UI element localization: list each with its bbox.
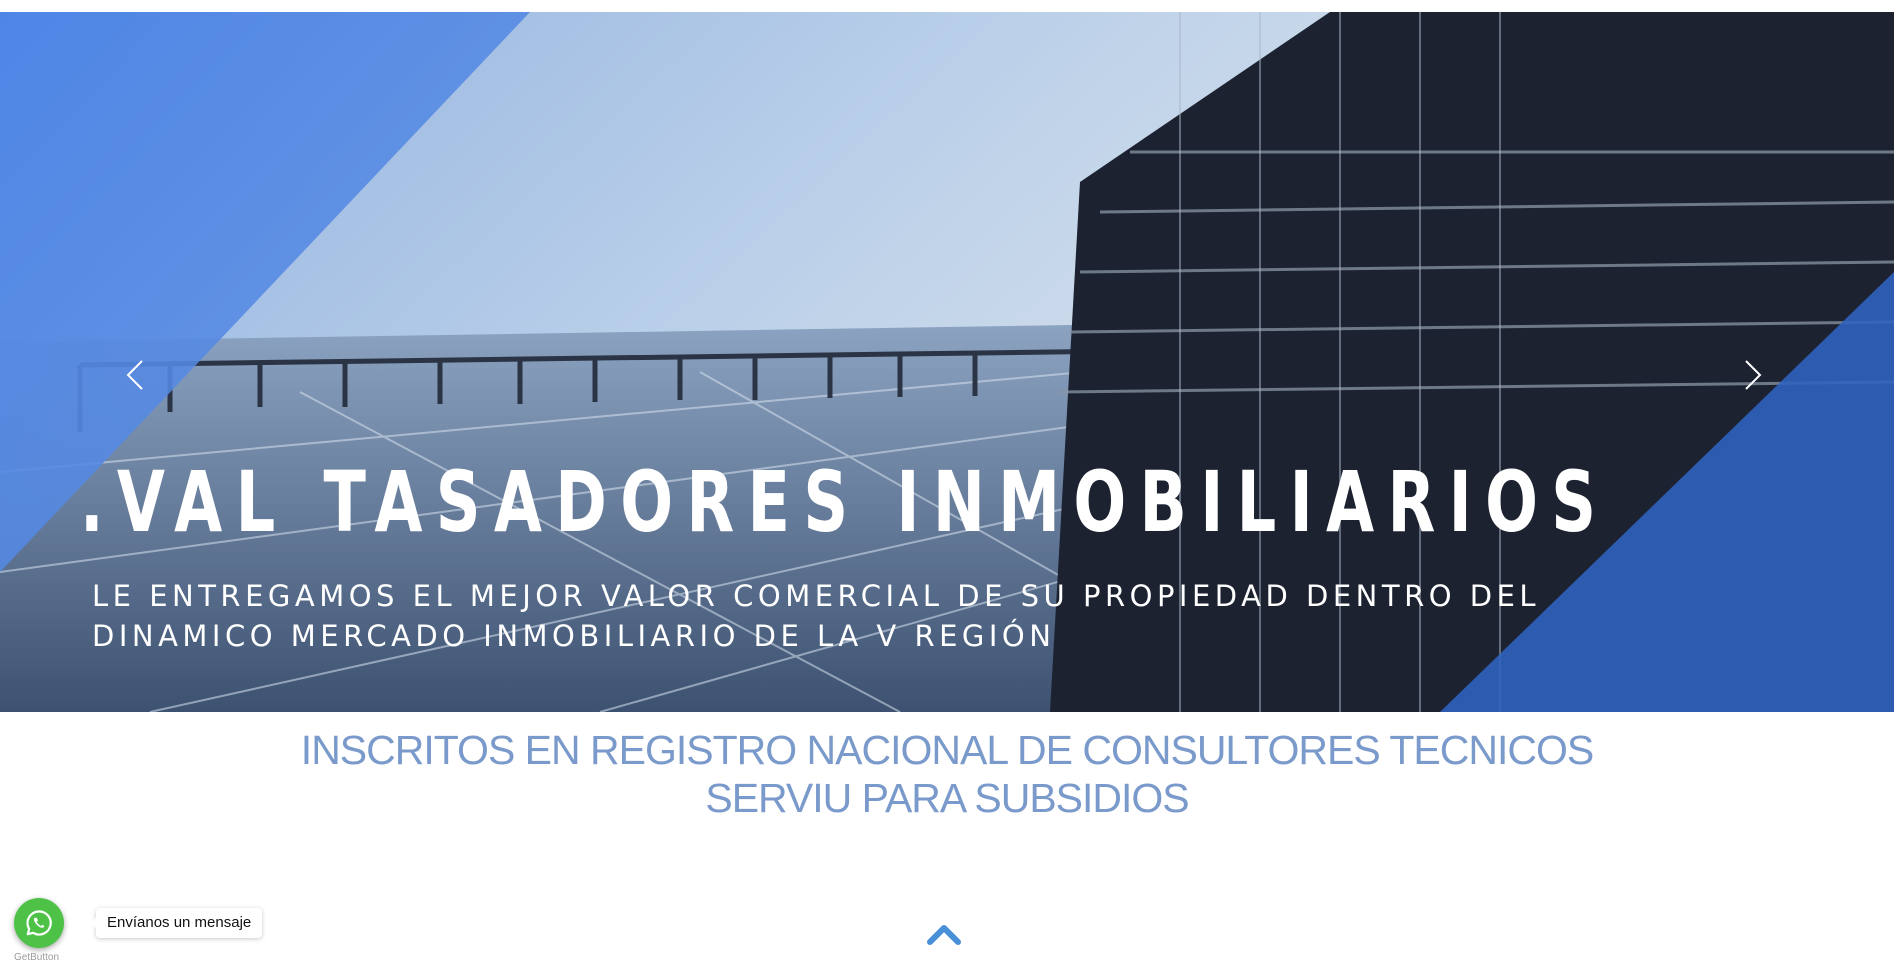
whatsapp-message-label[interactable]: Envíanos un mensaje	[89, 908, 263, 938]
scroll-to-top-button[interactable]	[926, 922, 962, 946]
registro-heading-line2: SERVIU PARA SUBSIDIOS	[705, 775, 1189, 821]
slider-prev-button[interactable]	[120, 355, 150, 395]
page: .VAL TASADORES INMOBILIARIOS LE ENTREGAM…	[0, 0, 1894, 960]
chevron-right-icon	[1745, 360, 1762, 390]
registro-heading-line1: INSCRITOS EN REGISTRO NACIONAL DE CONSUL…	[300, 727, 1594, 773]
whatsapp-button[interactable]	[14, 898, 64, 948]
getbutton-credit[interactable]: GetButton	[14, 952, 59, 960]
whatsapp-icon	[26, 910, 52, 936]
chevron-left-icon	[126, 360, 143, 390]
hero-slider: .VAL TASADORES INMOBILIARIOS LE ENTREGAM…	[0, 12, 1894, 712]
chevron-up-icon	[927, 925, 961, 945]
hero-title: .VAL TASADORES INMOBILIARIOS	[80, 453, 1610, 551]
registro-heading: INSCRITOS EN REGISTRO NACIONAL DE CONSUL…	[0, 726, 1894, 822]
slider-next-button[interactable]	[1738, 355, 1768, 395]
hero-subtitle: LE ENTREGAMOS EL MEJOR VALOR COMERCIAL D…	[92, 579, 1541, 653]
